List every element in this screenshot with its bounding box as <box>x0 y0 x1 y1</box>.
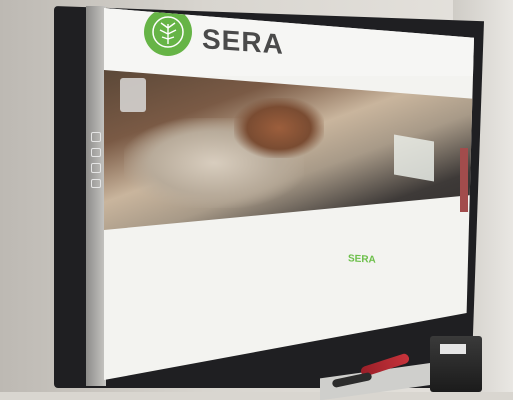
eraser-icon[interactable] <box>91 163 101 173</box>
cursor-icon[interactable] <box>91 132 101 142</box>
display-left-frame <box>86 6 106 386</box>
hero-cup <box>120 78 146 112</box>
hero-laptop <box>394 134 434 182</box>
logo-graphic <box>152 16 184 48</box>
device-label <box>440 344 466 354</box>
content-title: SERA <box>348 253 376 266</box>
site-brand-name[interactable]: SERA <box>202 23 284 61</box>
display-side-toolbar <box>90 132 102 188</box>
site-tagline <box>280 51 360 57</box>
screen-icon[interactable] <box>91 178 101 188</box>
pen-icon[interactable] <box>91 147 101 157</box>
brain-tree-logo-icon[interactable] <box>144 8 192 56</box>
hero-hand-area <box>234 98 324 158</box>
hero-red-strip <box>460 148 468 212</box>
